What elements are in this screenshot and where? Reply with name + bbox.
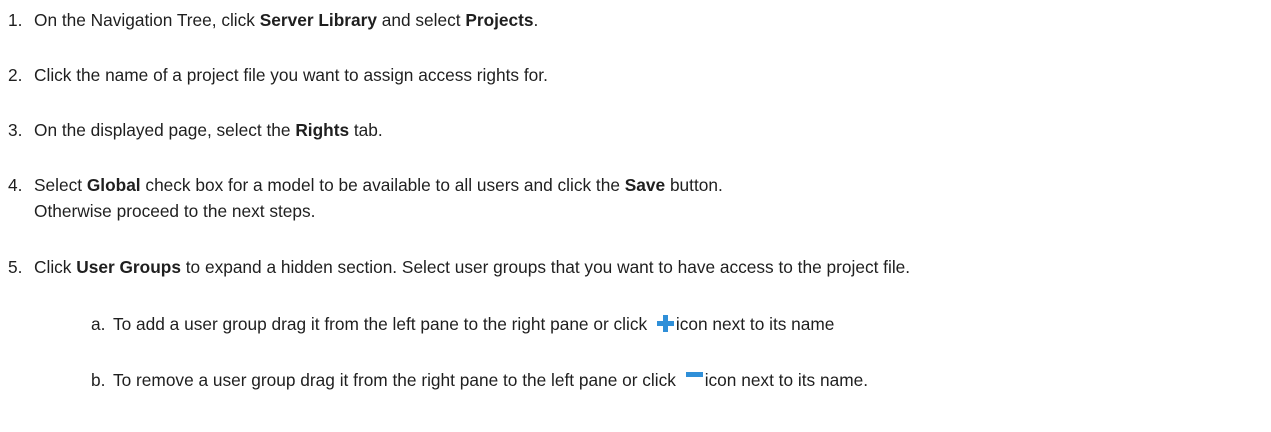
substep-b: b. To remove a user group drag it from th… (91, 368, 868, 395)
step-4: 4. Select Global check box for a model to… (8, 173, 723, 197)
step-text: On the Navigation Tree, click (34, 10, 260, 30)
step-text: Click the name of a project file you wan… (34, 65, 548, 85)
ui-term-global: Global (86, 175, 141, 195)
step-number: 5. (8, 257, 23, 277)
step-text: tab. (349, 120, 383, 140)
step-4-continuation: Otherwise proceed to the next steps. (34, 201, 316, 221)
step-number: 4. (8, 175, 23, 195)
step-text: . (533, 10, 539, 30)
ui-term-save: Save (624, 175, 666, 195)
step-text: to expand a hidden section. Select user … (180, 257, 911, 277)
step-number: 2. (8, 65, 23, 85)
ui-term-server-library: Server Library (259, 10, 377, 30)
step-number: 3. (8, 120, 23, 140)
step-text: button. (665, 175, 723, 195)
step-3: 3. On the displayed page, select the Righ… (8, 118, 383, 142)
minus-icon (685, 370, 704, 395)
substep-letter: b. (91, 370, 106, 390)
plus-icon (656, 314, 675, 339)
step-text: and select (376, 10, 466, 30)
step-text: Select (34, 175, 87, 195)
step-text: On the displayed page, select the (34, 120, 296, 140)
substep-text: icon next to its name. (704, 370, 868, 390)
step-text: check box for a model to be available to… (140, 175, 625, 195)
ui-term-projects: Projects (465, 10, 534, 30)
substep-a: a. To add a user group drag it from the l… (91, 312, 834, 339)
substep-text: To remove a user group drag it from the … (113, 370, 681, 390)
substep-letter: a. (91, 314, 106, 334)
step-1: 1. On the Navigation Tree, click Server L… (8, 8, 538, 32)
step-5: 5. Click User Groups to expand a hidden s… (8, 255, 910, 279)
ui-term-user-groups: User Groups (76, 257, 181, 277)
substep-text: To add a user group drag it from the lef… (113, 314, 652, 334)
step-number: 1. (8, 10, 23, 30)
substep-text: icon next to its name (675, 314, 835, 334)
step-text: Click (34, 257, 77, 277)
step-2: 2. Click the name of a project file you w… (8, 63, 548, 87)
ui-term-rights: Rights (295, 120, 350, 140)
